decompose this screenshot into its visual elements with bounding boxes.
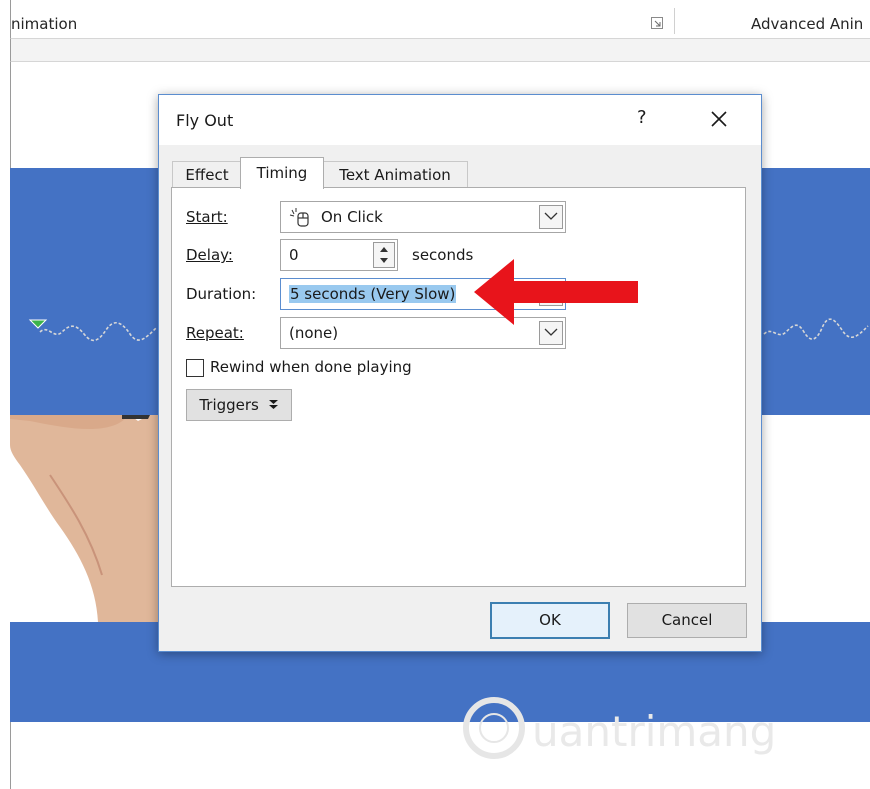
duration-selected-text: 5 seconds (Very Slow) xyxy=(289,285,457,303)
delay-value: 0 xyxy=(289,246,299,264)
delay-label: Delay: xyxy=(186,246,233,264)
advanced-animation-group-title: Advanced Anin xyxy=(751,15,864,33)
ok-button[interactable]: OK xyxy=(490,602,610,639)
duration-value[interactable]: 5 seconds (Very Slow) xyxy=(289,285,457,303)
animation-group-title: nimation xyxy=(11,15,78,33)
watermark-text: uantrimang xyxy=(532,707,776,756)
triggers-button[interactable]: Triggers xyxy=(186,389,292,421)
spin-down-icon xyxy=(380,258,388,263)
start-label-text: Start: xyxy=(186,208,228,226)
start-dropdown-button[interactable] xyxy=(539,205,563,229)
tab-timing[interactable]: Timing xyxy=(240,157,324,189)
tab-effect[interactable]: Effect xyxy=(172,161,242,188)
fly-out-dialog: Fly Out ? Effect Timing Text Animation S… xyxy=(158,94,762,652)
repeat-label-text: Repeat: xyxy=(186,324,244,342)
dialog-titlebar: Fly Out ? xyxy=(159,95,761,145)
timing-panel: Start: On Click Delay: 0 seconds Duratio… xyxy=(171,187,746,587)
repeat-value: (none) xyxy=(289,324,339,342)
help-button[interactable]: ? xyxy=(637,107,647,128)
chevron-down-icon xyxy=(544,212,558,220)
motion-path-start-icon xyxy=(28,319,157,342)
close-icon xyxy=(711,111,727,127)
start-label: Start: xyxy=(186,208,228,226)
repeat-label: Repeat: xyxy=(186,324,244,342)
dialog-launcher-icon[interactable] xyxy=(651,17,663,29)
start-combobox[interactable]: On Click xyxy=(280,201,566,233)
delay-spinner[interactable]: 0 xyxy=(280,239,398,271)
mouse-click-icon xyxy=(289,208,309,227)
motion-path-end xyxy=(763,318,869,340)
red-arrow-annotation xyxy=(474,259,638,325)
delay-label-text: Delay: xyxy=(186,246,233,264)
tab-text-animation[interactable]: Text Animation xyxy=(322,161,468,188)
triggers-label: Triggers xyxy=(199,396,259,414)
delay-unit: seconds xyxy=(412,246,474,264)
start-value: On Click xyxy=(321,208,383,226)
close-button[interactable] xyxy=(707,107,731,131)
ribbon-separator xyxy=(674,8,675,34)
ribbon-header: nimation Advanced Anin xyxy=(10,0,870,39)
cancel-button[interactable]: Cancel xyxy=(627,603,747,638)
double-chevron-down-icon xyxy=(268,400,278,409)
duration-label: Duration: xyxy=(186,285,257,303)
spin-up-icon xyxy=(380,247,388,252)
rewind-checkbox[interactable] xyxy=(186,359,204,377)
dialog-title: Fly Out xyxy=(176,111,234,130)
ribbon-subbar xyxy=(10,39,870,62)
hand-photo xyxy=(10,415,160,622)
rewind-label[interactable]: Rewind when done playing xyxy=(210,358,412,376)
chevron-down-icon xyxy=(544,328,558,336)
watermark-logo: uantrimang xyxy=(463,697,776,759)
delay-spin-arrows[interactable] xyxy=(373,242,395,268)
